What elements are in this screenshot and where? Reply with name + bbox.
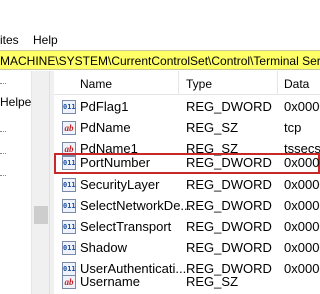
value-type: REG_DWORD (186, 198, 272, 213)
menu-bar: ites Help (0, 30, 320, 50)
column-divider[interactable] (178, 71, 179, 95)
menu-favorites[interactable]: ites (0, 33, 19, 47)
value-name: Shadow (80, 240, 127, 255)
value-data: 0x0000 (284, 198, 320, 213)
value-name: Username (80, 274, 140, 289)
title-area (0, 0, 320, 30)
column-divider[interactable] (277, 71, 278, 95)
column-header-type[interactable]: Type (186, 77, 212, 91)
table-row-portnumber-highlighted[interactable]: 011 PortNumber REG_DWORD 0x0000 (54, 153, 320, 174)
tree-pane: Helper (0, 71, 50, 294)
table-row[interactable]: 011 SelectTransport REG_DWORD 0x0000 (54, 217, 320, 238)
dword-icon: 011 (62, 220, 76, 234)
value-data: 0x0000 (284, 177, 320, 192)
value-data: 0x0000 (284, 155, 320, 170)
value-type: REG_DWORD (186, 155, 272, 170)
column-header-name[interactable]: Name (80, 77, 112, 91)
value-data: tcp (284, 120, 302, 135)
string-icon: ab (62, 275, 76, 289)
value-type: REG_DWORD (186, 240, 272, 255)
dword-icon: 011 (62, 100, 76, 114)
menu-help[interactable]: Help (33, 33, 58, 47)
dword-icon: 011 (62, 178, 76, 192)
value-name: PdName (80, 120, 131, 135)
value-name: PortNumber (80, 155, 151, 170)
value-data: 0x0000 (284, 99, 320, 114)
value-type: REG_SZ (186, 120, 239, 135)
address-path[interactable]: MACHINE\SYSTEM\CurrentControlSet\Control… (0, 54, 320, 68)
value-type: REG_DWORD (186, 219, 272, 234)
table-row[interactable]: ab PdName REG_SZ tcp (54, 118, 320, 139)
value-type: REG_SZ (186, 274, 239, 289)
value-list: Name Type Data 011 PdFlag1 REG_DWORD 0x0… (54, 71, 320, 294)
table-row[interactable]: 011 SelectNetworkDe... REG_DWORD 0x0000 (54, 196, 320, 217)
list-header: Name Type Data (54, 71, 320, 95)
value-data: 0x0000 (284, 219, 320, 234)
tree-connector (0, 83, 6, 84)
value-data: 0x0000 (284, 240, 320, 255)
tree-connector (0, 175, 6, 176)
value-name: SelectNetworkDe... (80, 198, 192, 213)
table-row[interactable]: ab Username REG_SZ (54, 272, 320, 293)
value-name: PdFlag1 (80, 99, 129, 114)
table-row[interactable]: 011 Shadow REG_DWORD 0x0000 (54, 238, 320, 259)
value-name: SelectTransport (80, 219, 172, 234)
tree-connector (0, 153, 6, 154)
tree-scrollbar[interactable] (31, 71, 49, 294)
column-header-data[interactable]: Data (284, 77, 309, 91)
dword-icon: 011 (62, 241, 76, 255)
address-bar[interactable]: MACHINE\SYSTEM\CurrentControlSet\Control… (0, 50, 320, 70)
dword-icon: 011 (62, 199, 76, 213)
dword-icon: 011 (62, 156, 76, 170)
value-type: REG_DWORD (186, 177, 272, 192)
value-type: REG_DWORD (186, 99, 272, 114)
table-row[interactable]: 011 PdFlag1 REG_DWORD 0x0000 (54, 97, 320, 118)
tree-connector (0, 131, 6, 132)
scrollbar-thumb[interactable] (34, 206, 48, 224)
value-name: SecurityLayer (80, 177, 160, 192)
string-icon: ab (62, 121, 76, 135)
table-row[interactable]: 011 SecurityLayer REG_DWORD 0x0000 (54, 175, 320, 196)
